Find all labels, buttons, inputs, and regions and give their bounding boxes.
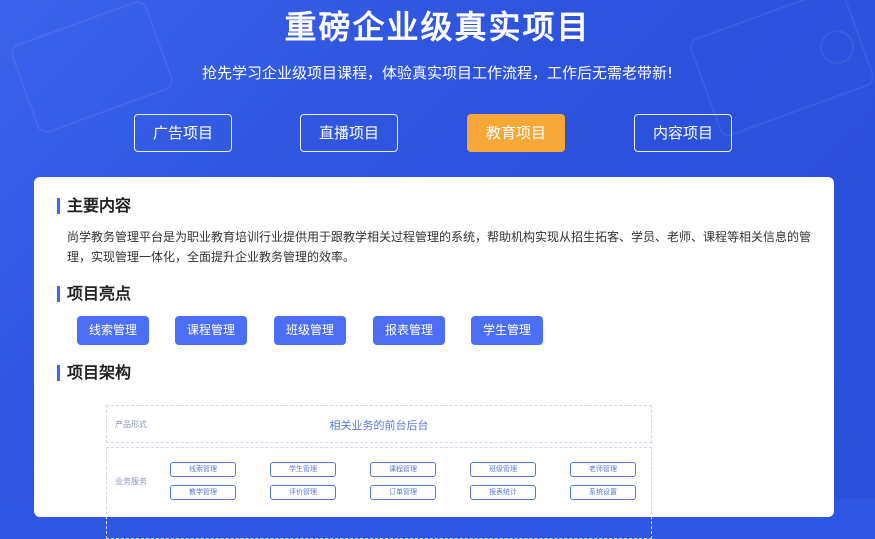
- architecture-product-row: 产品形式 相关业务的前台后台: [106, 405, 652, 443]
- tab-live-project[interactable]: 直播项目: [300, 114, 398, 152]
- architecture-box: 课程管理: [370, 462, 436, 477]
- architecture-box: 订单管理: [370, 485, 436, 500]
- main-content-description: 尚学教务管理平台是为职业教育培训行业提供用于跟教学相关过程管理的系统，帮助机构实…: [67, 230, 812, 264]
- highlight-tag: 学生管理: [471, 316, 543, 345]
- architecture-box: 报表统计: [470, 485, 536, 500]
- architecture-box: 系统设置: [570, 485, 636, 500]
- architecture-box: 线索管理: [170, 462, 236, 477]
- page-title: 重磅企业级真实项目: [284, 8, 591, 46]
- tab-ad-project[interactable]: 广告项目: [134, 114, 232, 152]
- architecture-box: 老师管理: [570, 462, 636, 477]
- highlight-tag: 班级管理: [274, 316, 346, 345]
- highlight-tag: 课程管理: [175, 316, 247, 345]
- architecture-row-label: 业务服务: [115, 477, 147, 486]
- project-tabs: 广告项目 直播项目 教育项目 内容项目: [0, 114, 875, 154]
- architecture-box: 教学管理: [170, 485, 236, 500]
- highlights-heading: 项目亮点: [57, 284, 131, 304]
- tab-content-project[interactable]: 内容项目: [634, 114, 732, 152]
- architecture-heading: 项目架构: [57, 363, 131, 383]
- tab-education-project[interactable]: 教育项目: [467, 114, 565, 152]
- architecture-diagram: 产品形式 相关业务的前台后台 业务服务 线索管理 学生管理 课程管理 班级管理 …: [106, 405, 652, 539]
- architecture-box: 评价管理: [270, 485, 336, 500]
- architecture-service-row: 业务服务 线索管理 学生管理 课程管理 班级管理 老师管理 教学管理 评价管理 …: [106, 447, 652, 539]
- architecture-row-head: 相关业务的前台后台: [329, 419, 429, 432]
- highlight-tag: 报表管理: [373, 316, 445, 345]
- architecture-box: 班级管理: [470, 462, 536, 477]
- architecture-box: 学生管理: [270, 462, 336, 477]
- main-content-heading: 主要内容: [57, 196, 131, 216]
- page-subtitle: 抢先学习企业级项目课程，体验真实项目工作流程，工作后无需老带新!: [201, 64, 674, 82]
- project-detail-card: 主要内容 尚学教务管理平台是为职业教育培训行业提供用于跟教学相关过程管理的系统，…: [34, 177, 834, 539]
- highlight-tag: 线索管理: [77, 316, 149, 345]
